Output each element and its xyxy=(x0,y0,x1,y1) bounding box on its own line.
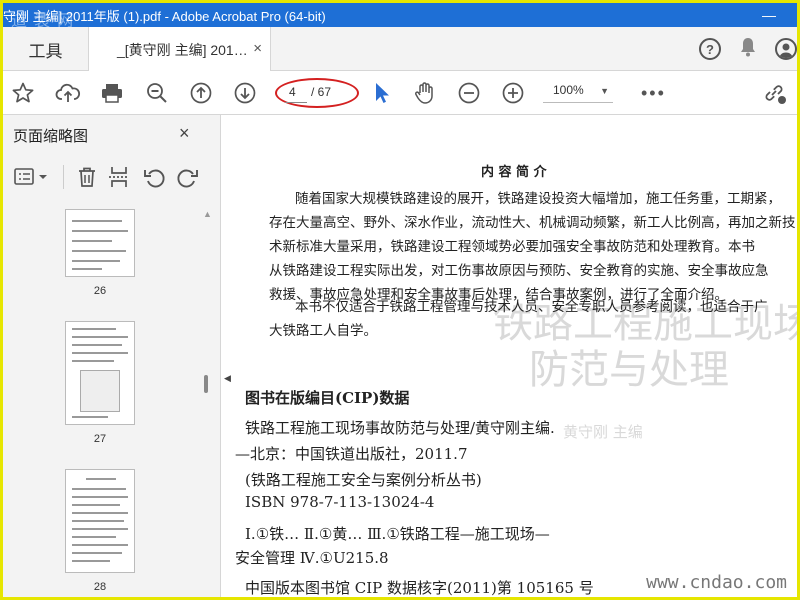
cip-heading: 图书在版编目(CIP)数据 xyxy=(245,389,410,407)
title-bar: 守刚 主编] 2011年版 (1).pdf - Adobe Acrobat Pr… xyxy=(3,3,797,30)
cip-line: —北京：中国铁道出版社，2011.7 xyxy=(235,445,468,463)
tab-close-icon[interactable]: × xyxy=(253,40,262,57)
zoom-minus-icon[interactable] xyxy=(455,79,483,107)
doc-heading: 内 容 简 介 xyxy=(481,165,547,180)
collapse-panel-icon[interactable]: ◀ xyxy=(224,373,231,384)
account-icon[interactable] xyxy=(775,38,797,60)
tab-document-label: _[黄守刚 主编] 201… xyxy=(117,41,248,58)
cip-line: Ⅰ.①铁… Ⅱ.①黄… Ⅲ.①铁路工程—施工现场— xyxy=(245,525,550,543)
page-number-box: 4 / 67 xyxy=(275,78,359,108)
cip-line: 安全管理 Ⅳ.①U215.8 xyxy=(235,549,389,567)
toolbar-divider xyxy=(63,165,64,189)
cip-line: (铁路工程施工安全与案例分析丛书) xyxy=(245,471,482,489)
site-watermark: www.cndao.com xyxy=(646,572,787,593)
cloud-upload-icon[interactable] xyxy=(54,79,82,107)
main-toolbar: 4 / 67 100% ▼ ••• xyxy=(3,71,797,115)
page-number-input[interactable]: 4 xyxy=(285,85,307,103)
app-window: 守刚 主编] 2011年版 (1).pdf - Adobe Acrobat Pr… xyxy=(3,3,797,597)
page-total: / 67 xyxy=(311,85,332,99)
ghost-subtitle-line: 防范与处理 xyxy=(529,347,729,393)
zoom-value: 100% xyxy=(553,83,584,97)
cip-line: 中国版本图书馆 CIP 数据核字(2011)第 105165 号 xyxy=(245,579,594,597)
scroll-up-icon[interactable]: ▲ xyxy=(203,209,212,219)
scroll-thumb[interactable] xyxy=(204,375,208,393)
bookmark-star-icon[interactable] xyxy=(9,79,37,107)
tab-tools[interactable]: 工具 xyxy=(3,27,89,71)
thumbnails-panel: 页面缩略图 × 26 27 28 ▲ xyxy=(3,115,221,597)
cip-line: ISBN 978-7-113-13024-4 xyxy=(245,493,435,511)
para2-line: 本书不仅适合于铁路工程管理与技术人员、安全专职人员参考阅读，也适合于广 xyxy=(295,299,768,315)
zoom-select[interactable]: 100% ▼ xyxy=(543,83,613,103)
page-thumbnail[interactable] xyxy=(65,209,135,277)
ghost-author-line: 黄守刚 主编 xyxy=(563,423,643,441)
thumbnail-page-number: 27 xyxy=(93,433,107,445)
panel-close-icon[interactable]: × xyxy=(179,123,190,144)
tab-bar: 工具 _[黄守刚 主编] 201… × ? xyxy=(3,27,797,72)
page-thumbnail[interactable] xyxy=(65,321,135,425)
previous-page-icon[interactable] xyxy=(187,79,215,107)
zoom-plus-icon[interactable] xyxy=(499,79,527,107)
zoom-out-icon[interactable] xyxy=(143,79,171,107)
delete-trash-icon[interactable] xyxy=(75,165,99,194)
options-menu-icon[interactable] xyxy=(13,165,49,194)
para2-line: 大铁路工人自学。 xyxy=(269,323,377,339)
chevron-down-icon: ▼ xyxy=(600,86,609,96)
select-cursor-icon[interactable] xyxy=(367,79,395,107)
minimize-button[interactable]: — xyxy=(759,3,779,27)
panel-title: 页面缩略图 xyxy=(13,128,89,145)
hand-tool-icon[interactable] xyxy=(411,79,439,107)
rotate-clockwise-icon[interactable] xyxy=(175,165,199,194)
cip-line: 铁路工程施工现场事故防范与处理/黄守刚主编. xyxy=(245,419,555,437)
para1-line: 存在大量高空、野外、深水作业，流动性大、机械调动频繁，新工人比例高，再加之新技 xyxy=(269,215,796,231)
thumbnail-page-number: 28 xyxy=(93,581,107,593)
rotate-counterclockwise-icon[interactable] xyxy=(143,165,167,194)
next-page-icon[interactable] xyxy=(231,79,259,107)
notification-bell-icon[interactable] xyxy=(739,37,757,62)
print-icon[interactable] xyxy=(98,79,126,107)
para1-line: 术新标准大量采用，铁路建设工程领域势必要加强安全事故防范和处理教育。本书 xyxy=(269,239,755,255)
thumbnail-scrollbar[interactable]: ▲ xyxy=(201,209,213,597)
tab-document[interactable]: _[黄守刚 主编] 201… × xyxy=(89,27,271,72)
para1-line: 随着国家大规模铁路建设的展开，铁路建设投资大幅增加，施工任务重，工期紧， xyxy=(295,191,781,207)
thumbnail-list: 26 27 28 xyxy=(3,203,221,597)
extract-pages-icon[interactable] xyxy=(107,165,131,194)
header-right-icons: ? xyxy=(699,27,797,71)
page-thumbnail[interactable] xyxy=(65,469,135,573)
thumbnail-page-number: 26 xyxy=(93,285,107,297)
para1-line: 从铁路建设工程实际出发，对工伤事故原因与预防、安全教育的实施、安全事故应急 xyxy=(269,263,769,279)
document-view: 铁路工程施工现场事 防范与处理 黄守刚 主编 内 容 简 介 随着国家大规模铁路… xyxy=(233,115,797,597)
more-tools-icon[interactable]: ••• xyxy=(641,83,666,104)
panel-toolbar xyxy=(3,161,221,195)
share-link-icon[interactable] xyxy=(761,79,789,107)
help-icon[interactable]: ? xyxy=(699,38,721,60)
